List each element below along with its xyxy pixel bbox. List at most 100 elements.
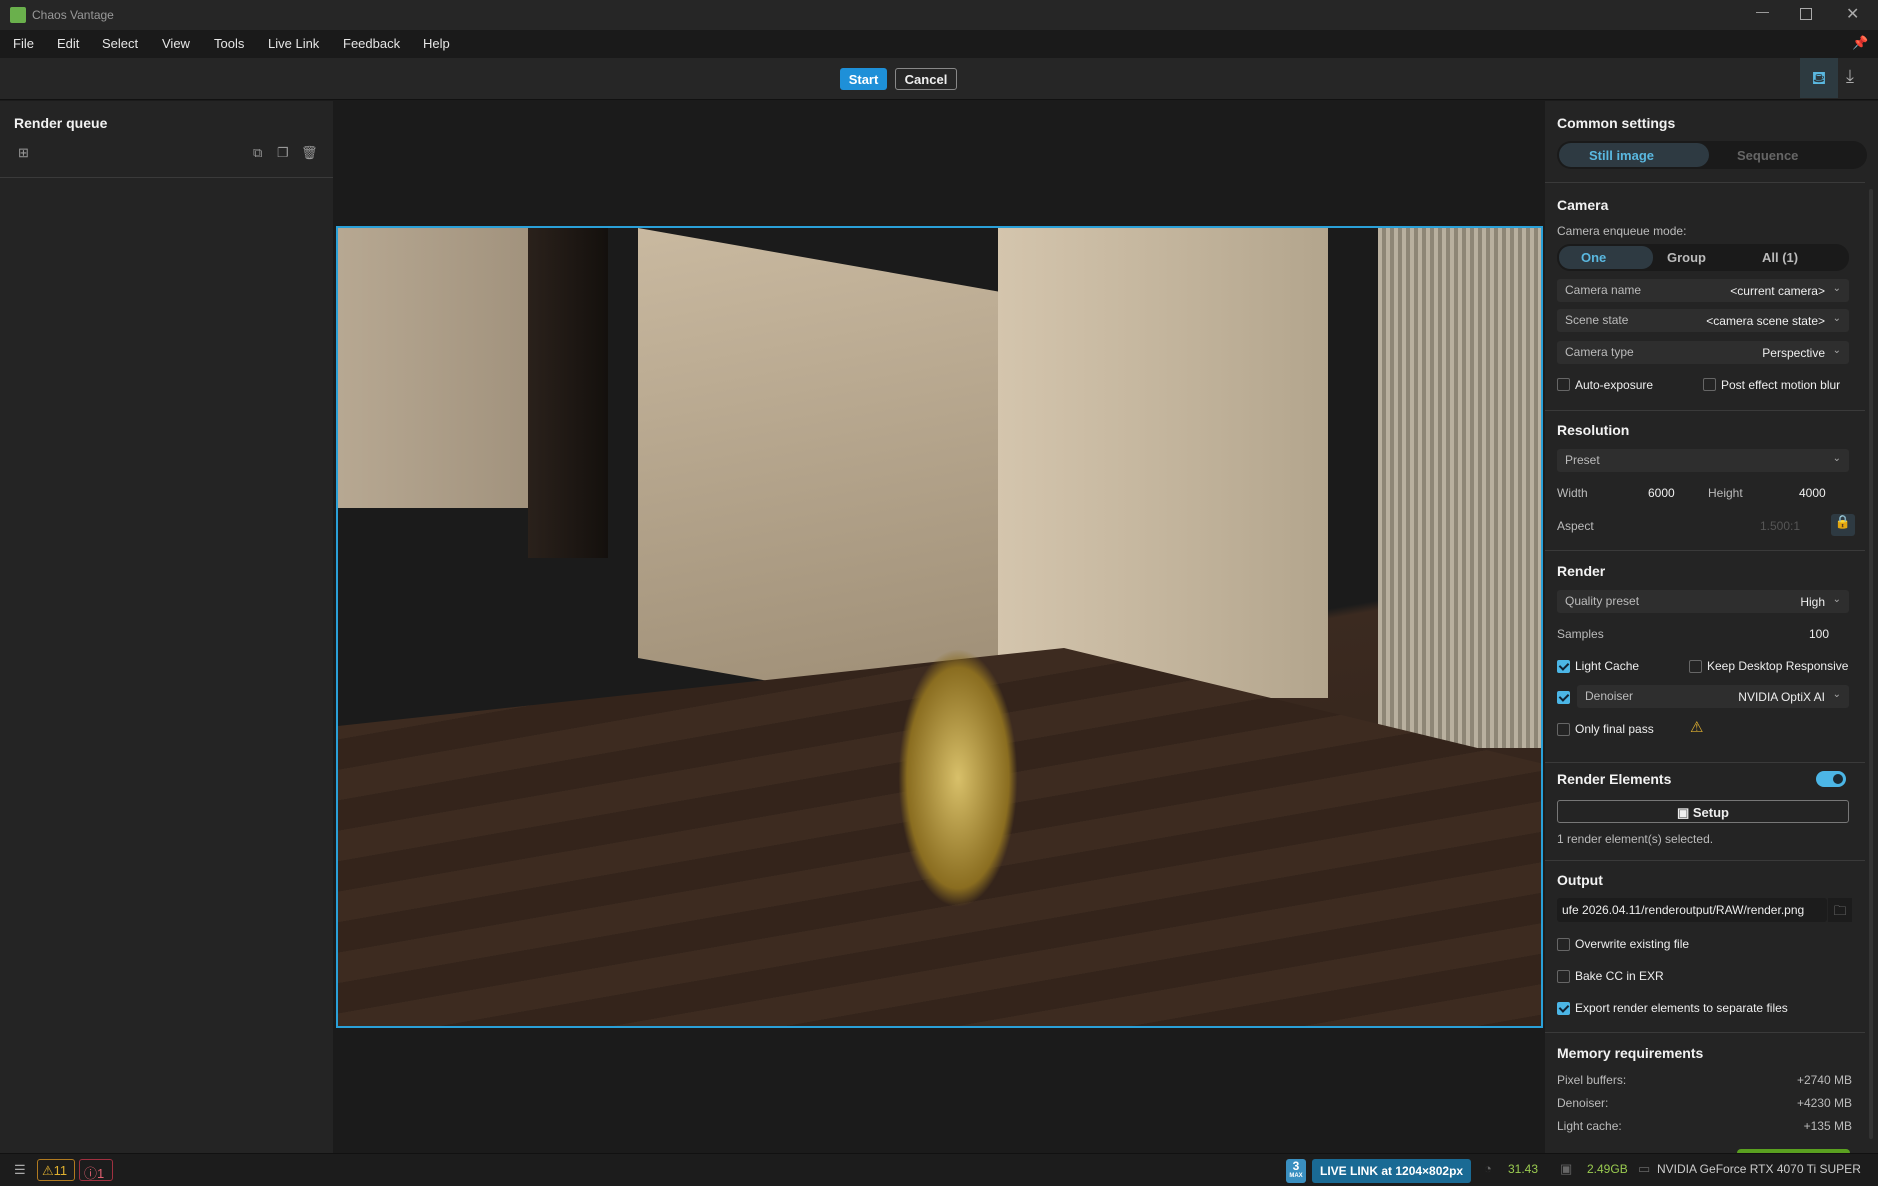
chevron-down-icon: ⌄ [1832,283,1841,294]
mode-group[interactable]: Group [1667,250,1706,265]
output-path-input[interactable]: ufe 2026.04.11/renderoutput/RAW/render.p… [1557,898,1827,922]
quality-preset-dropdown[interactable]: Quality preset High ⌄ [1557,590,1849,613]
preset-label: Preset [1565,453,1600,467]
render-output-icon[interactable]: ⤓ [1846,66,1854,87]
divider [1545,182,1865,183]
menu-select[interactable]: Select [102,36,138,51]
overwrite-checkbox[interactable] [1557,938,1570,951]
output-title: Output [1557,872,1603,888]
scrollbar[interactable] [1869,189,1873,1139]
warnings-badge[interactable]: ⚠11 [37,1159,75,1181]
max-badge-number: 3 [1292,1159,1300,1173]
minimize-button[interactable]: — [1756,4,1769,19]
add-job-icon[interactable]: ⊞ [18,145,29,161]
camera-name-dropdown[interactable]: Camera name <current camera> ⌄ [1557,279,1849,302]
render-queue-panel: Render queue ⊞ ⧉ ❐ 🗑 [0,101,333,1153]
height-label: Height [1708,486,1743,500]
quality-preset-label: Quality preset [1565,594,1640,608]
samples-input[interactable]: 100 [1809,627,1829,641]
mode-tabs: Still image Sequence [1557,141,1867,169]
only-final-pass-checkbox[interactable] [1557,723,1570,736]
light-cache-label: Light Cache [1575,659,1640,673]
render-viewport[interactable] [336,226,1543,1028]
memory-value: +135 MB [1803,1119,1852,1133]
export-elements-label: Export render elements to separate files [1575,1001,1788,1015]
divider [1545,762,1865,763]
menu-tools[interactable]: Tools [214,36,244,51]
divider [1545,550,1865,551]
export-elements-checkbox[interactable] [1557,1002,1570,1015]
menu-live-link[interactable]: Live Link [268,36,319,51]
chevron-down-icon: ⌄ [1832,594,1841,605]
quality-preset-value: High [1800,595,1825,609]
menu-file[interactable]: File [13,36,34,51]
denoiser-dropdown[interactable]: Denoiser NVIDIA OptiX AI ⌄ [1577,685,1849,708]
fps-value: 31.43 [1508,1162,1539,1176]
camera-type-dropdown[interactable]: Camera type Perspective ⌄ [1557,341,1849,364]
width-input[interactable]: 6000 [1648,486,1675,500]
log-icon[interactable]: ☰ [14,1162,26,1178]
enqueue-mode-label: Camera enqueue mode: [1557,224,1687,238]
preset-dropdown[interactable]: Preset ⌄ [1557,449,1849,472]
render-title: Render [1557,563,1606,579]
folder-icon[interactable]: 🗀 [1828,898,1852,922]
scene-state-dropdown[interactable]: Scene state <camera scene state> ⌄ [1557,309,1849,332]
denoiser-checkbox[interactable] [1557,691,1570,704]
setup-button[interactable]: ▣ Setup [1557,800,1849,823]
memory-label: Pixel buffers: [1557,1073,1627,1087]
keep-responsive-label: Keep Desktop Responsive [1707,659,1849,673]
divider [1545,1032,1865,1033]
divider [1545,410,1865,411]
keep-responsive-checkbox[interactable] [1689,660,1702,673]
select-all-icon[interactable]: ⧉ [253,145,262,161]
bake-cc-label: Bake CC in EXR [1575,969,1664,983]
close-button[interactable]: ✕ [1846,4,1859,24]
render-queue-title: Render queue [14,115,108,131]
memory-icon: ▣ [1560,1161,1573,1176]
duplicate-icon[interactable]: ❐ [277,145,289,161]
camera-type-label: Camera type [1565,345,1634,359]
samples-label: Samples [1557,627,1604,641]
tab-still-image-label: Still image [1589,148,1655,163]
mode-all[interactable]: All (1) [1762,250,1798,265]
memory-label: Light cache: [1557,1119,1622,1133]
teapot-icon[interactable]: ⛾ [1800,58,1838,98]
tab-sequence[interactable]: Sequence [1737,148,1798,163]
menu-edit[interactable]: Edit [57,36,79,51]
memory-value: +4230 MB [1796,1096,1852,1110]
motion-blur-checkbox[interactable] [1703,378,1716,391]
render-elements-selected: 1 render element(s) selected. [1557,832,1714,846]
menu-help[interactable]: Help [423,36,450,51]
lock-icon[interactable]: 🔒 [1831,514,1855,536]
aspect-input[interactable]: 1.500:1 [1760,519,1800,533]
errors-badge[interactable]: ⓘ1 [79,1159,113,1181]
maximize-button[interactable] [1800,8,1812,20]
menu-feedback[interactable]: Feedback [343,36,400,51]
render-elements-title: Render Elements [1557,771,1672,787]
camera-title: Camera [1557,197,1609,213]
menu-view[interactable]: View [162,36,190,51]
dresser-side [998,228,1328,698]
live-link-status[interactable]: LIVE LINK at 1204×802px [1312,1159,1472,1183]
mode-one[interactable]: One [1559,246,1653,269]
tab-still-image[interactable]: Still image [1559,143,1709,167]
camera-name-value: <current camera> [1730,284,1825,298]
gpu-name: NVIDIA GeForce RTX 4070 Ti SUPER [1657,1162,1861,1176]
gpu-memory: 2.49GB [1587,1162,1628,1176]
mode-one-label: One [1581,250,1607,265]
warning-icon: ⚠ [1690,719,1704,736]
resolution-title: Resolution [1557,422,1630,438]
bake-cc-checkbox[interactable] [1557,970,1570,983]
pin-icon[interactable]: 📌 [1852,35,1868,51]
auto-exposure-checkbox[interactable] [1557,378,1570,391]
light-cache-checkbox[interactable] [1557,660,1570,673]
render-elements-toggle[interactable] [1816,771,1846,787]
start-button[interactable]: Start [840,68,887,90]
memory-label: Denoiser: [1557,1096,1609,1110]
delete-icon[interactable]: 🗑 [301,145,318,161]
gold-leg [898,648,1018,908]
cancel-button[interactable]: Cancel [895,68,957,90]
motion-blur-label: Post effect motion blur [1721,378,1841,392]
height-input[interactable]: 4000 [1799,486,1826,500]
divider [1545,860,1865,861]
